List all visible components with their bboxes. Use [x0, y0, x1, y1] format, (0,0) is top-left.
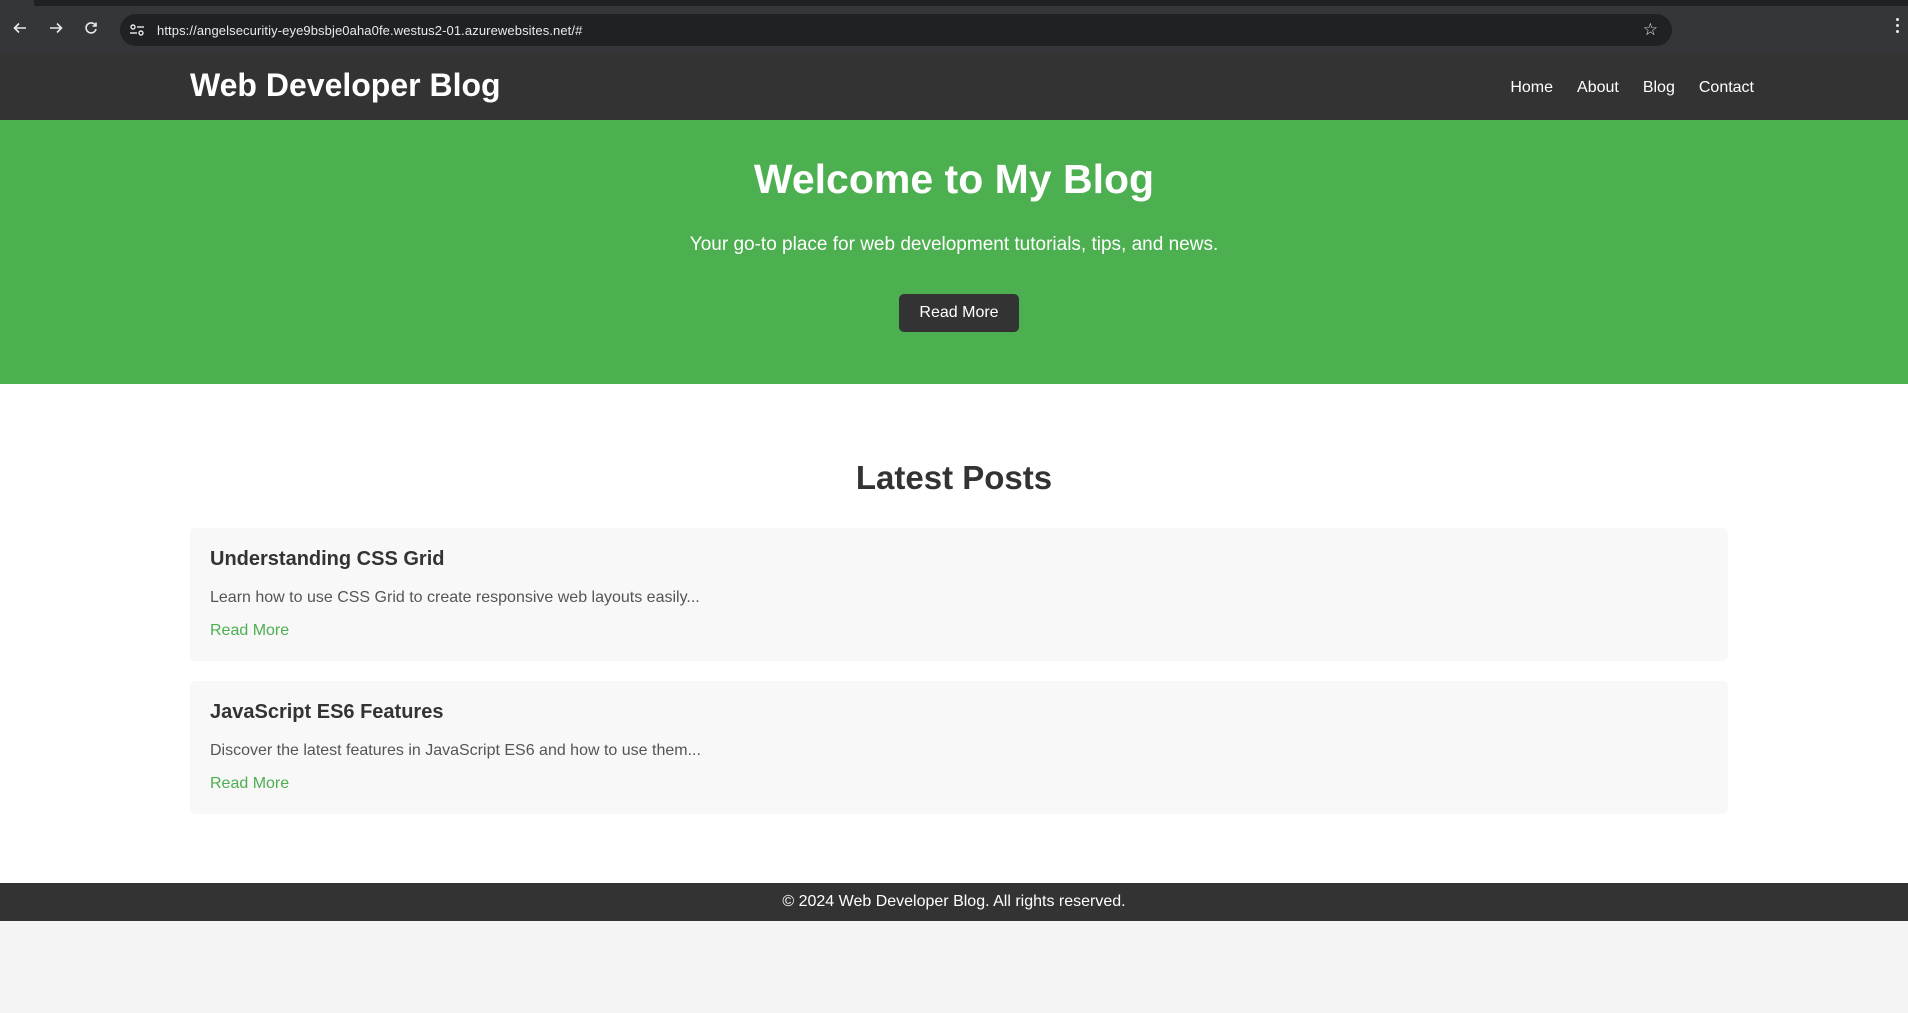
forward-arrow-icon[interactable] [45, 17, 67, 39]
address-bar-url[interactable]: https://angelsecuritiy-eye9bsbje0aha0fe.… [157, 23, 582, 38]
nav-link-about[interactable]: About [1577, 79, 1619, 97]
bookmark-star-icon[interactable]: ☆ [1643, 20, 1658, 40]
site-title[interactable]: Web Developer Blog [190, 67, 501, 104]
post-card: JavaScript ES6 Features Discover the lat… [190, 681, 1728, 814]
section-heading: Latest Posts [855, 459, 1053, 496]
post-read-more-link[interactable]: Read More [210, 775, 289, 793]
active-tab[interactable] [0, 0, 34, 6]
hero-read-more-button[interactable]: Read More [899, 294, 1019, 332]
hero-heading: Welcome to My Blog [753, 156, 1155, 202]
posts-section: Latest Posts Understanding CSS Grid Lear… [0, 384, 1908, 883]
site-header: Web Developer Blog Home About Blog Conta… [0, 53, 1908, 120]
tab-strip [0, 0, 1908, 6]
post-excerpt: Learn how to use CSS Grid to create resp… [210, 589, 700, 606]
browser-toolbar: https://angelsecuritiy-eye9bsbje0aha0fe.… [0, 0, 1908, 53]
post-title: JavaScript ES6 Features [210, 701, 444, 723]
main-nav: Home About Blog Contact [1486, 79, 1754, 97]
reload-icon[interactable] [80, 17, 102, 39]
nav-link-home[interactable]: Home [1510, 79, 1553, 97]
nav-link-blog[interactable]: Blog [1643, 79, 1675, 97]
site-footer: © 2024 Web Developer Blog. All rights re… [0, 883, 1908, 921]
post-card: Understanding CSS Grid Learn how to use … [190, 528, 1728, 661]
hero-banner: Welcome to My Blog Your go-to place for … [0, 120, 1908, 384]
post-title: Understanding CSS Grid [210, 548, 445, 570]
post-excerpt: Discover the latest features in JavaScri… [210, 742, 701, 759]
address-bar[interactable]: https://angelsecuritiy-eye9bsbje0aha0fe.… [120, 14, 1672, 46]
back-arrow-icon[interactable] [9, 17, 31, 39]
footer-copyright: © 2024 Web Developer Blog. All rights re… [782, 893, 1126, 910]
browser-menu-icon[interactable] [1896, 18, 1900, 36]
site-info-icon[interactable] [129, 23, 147, 37]
post-read-more-link[interactable]: Read More [210, 622, 289, 640]
hero-subtitle: Your go-to place for web development tut… [689, 234, 1219, 255]
nav-link-contact[interactable]: Contact [1699, 79, 1754, 97]
